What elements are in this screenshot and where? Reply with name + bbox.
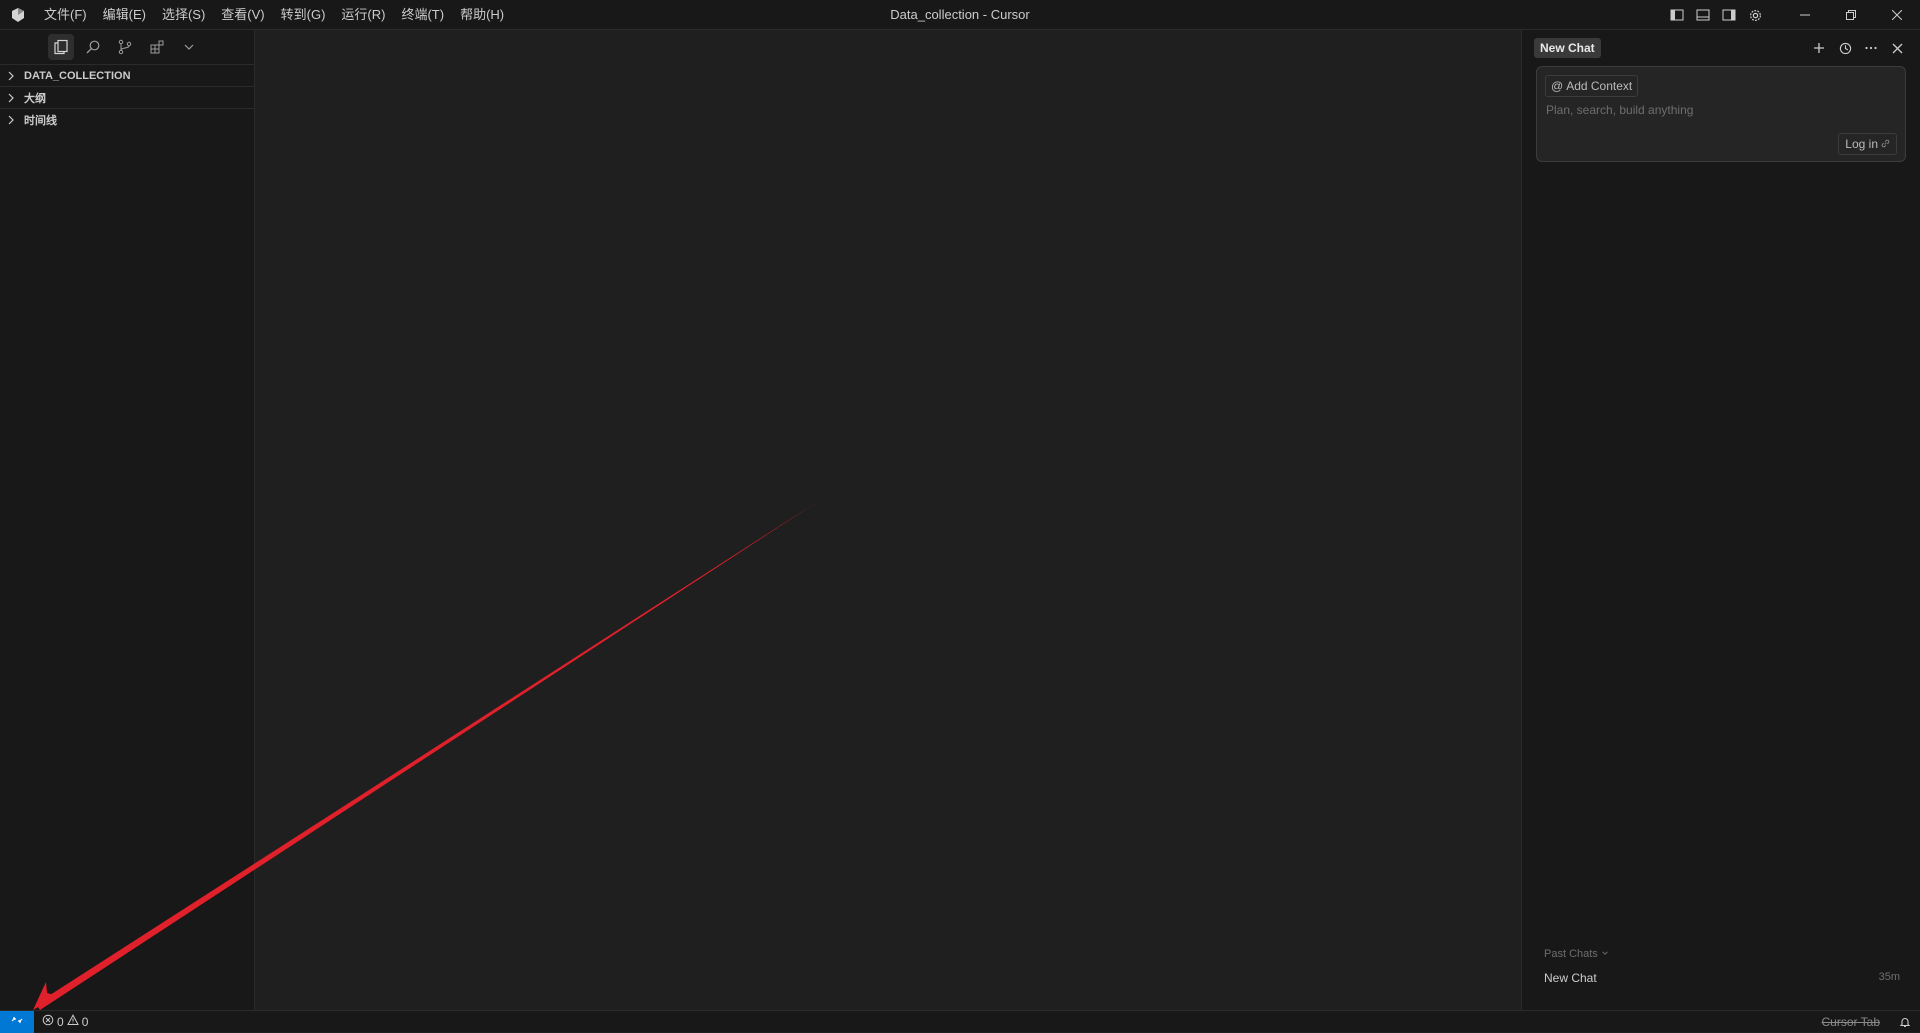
notifications-bell-icon[interactable] xyxy=(1890,1016,1920,1028)
menu-run[interactable]: 运行(R) xyxy=(333,0,393,30)
past-chats-toggle[interactable]: Past Chats xyxy=(1544,948,1609,960)
close-icon[interactable] xyxy=(1886,37,1908,59)
login-button[interactable]: Log in xyxy=(1838,133,1897,155)
past-chat-item[interactable]: New Chat 35m xyxy=(1544,971,1900,985)
at-sign-icon: @ xyxy=(1551,79,1564,93)
more-views-chevron-down-icon[interactable] xyxy=(176,34,202,60)
section-label: 时间线 xyxy=(24,114,57,127)
error-count: 0 xyxy=(57,1014,64,1029)
login-label: Log in xyxy=(1845,137,1878,151)
past-chat-time: 35m xyxy=(1878,971,1900,983)
warning-count: 0 xyxy=(81,1014,89,1029)
chat-tab[interactable]: New Chat xyxy=(1534,38,1601,58)
cursor-tab-status[interactable]: Cursor Tab xyxy=(1812,1015,1890,1029)
section-label: 大纲 xyxy=(24,92,46,105)
chat-panel: New Chat @ Add Context Plan, search, bui… xyxy=(1521,30,1920,1010)
section-timeline[interactable]: 时间线 xyxy=(0,108,254,130)
close-window-button[interactable] xyxy=(1874,0,1920,30)
chevron-down-icon xyxy=(1601,948,1609,960)
editor-area xyxy=(255,30,1521,1010)
link-icon xyxy=(1881,137,1890,151)
past-chat-title: New Chat xyxy=(1544,971,1597,985)
title-bar-controls xyxy=(1664,0,1920,30)
more-options-icon[interactable] xyxy=(1860,37,1882,59)
search-icon[interactable] xyxy=(80,34,106,60)
restore-button[interactable] xyxy=(1828,0,1874,30)
problems-indicator[interactable]: 0 0 xyxy=(34,1014,88,1029)
section-outline[interactable]: 大纲 xyxy=(0,86,254,108)
history-icon[interactable] xyxy=(1834,37,1856,59)
activity-bar xyxy=(0,30,254,64)
title-bar: 文件(F) 编辑(E) 选择(S) 查看(V) 转到(G) 运行(R) 终端(T… xyxy=(0,0,1920,30)
add-context-button[interactable]: @ Add Context xyxy=(1545,75,1639,97)
section-label: DATA_COLLECTION xyxy=(24,69,131,82)
cursor-logo-icon[interactable] xyxy=(0,0,36,30)
menu-selection[interactable]: 选择(S) xyxy=(154,0,213,30)
status-bar: 0 0 Cursor Tab xyxy=(0,1010,1920,1033)
menu-view[interactable]: 查看(V) xyxy=(213,0,272,30)
source-control-icon[interactable] xyxy=(112,34,138,60)
extensions-icon[interactable] xyxy=(144,34,170,60)
menu-edit[interactable]: 编辑(E) xyxy=(95,0,154,30)
chat-input[interactable]: Plan, search, build anything xyxy=(1546,103,1693,117)
primary-sidebar: DATA_COLLECTION 大纲 时间线 xyxy=(0,30,255,1010)
chevron-right-icon xyxy=(6,69,20,83)
remote-connection-button[interactable] xyxy=(0,1010,34,1033)
explorer-icon[interactable] xyxy=(48,34,74,60)
chevron-right-icon xyxy=(6,113,20,127)
menu-go[interactable]: 转到(G) xyxy=(273,0,334,30)
toggle-primary-sidebar-icon[interactable] xyxy=(1664,0,1690,30)
add-context-label: Add Context xyxy=(1566,79,1633,93)
chat-composer[interactable]: @ Add Context Plan, search, build anythi… xyxy=(1536,66,1906,162)
menu-file[interactable]: 文件(F) xyxy=(36,0,95,30)
new-chat-plus-icon[interactable] xyxy=(1808,37,1830,59)
menu-help[interactable]: 帮助(H) xyxy=(452,0,512,30)
chevron-right-icon xyxy=(6,91,20,105)
warning-icon xyxy=(66,1014,79,1029)
chat-header: New Chat xyxy=(1522,30,1920,66)
past-chats-label: Past Chats xyxy=(1544,948,1598,960)
settings-gear-icon[interactable] xyxy=(1742,0,1768,30)
minimize-button[interactable] xyxy=(1782,0,1828,30)
menu-bar: 文件(F) 编辑(E) 选择(S) 查看(V) 转到(G) 运行(R) 终端(T… xyxy=(36,0,512,30)
toggle-panel-icon[interactable] xyxy=(1690,0,1716,30)
error-icon xyxy=(42,1014,54,1029)
toggle-secondary-sidebar-icon[interactable] xyxy=(1716,0,1742,30)
remote-icon xyxy=(11,1014,23,1029)
menu-terminal[interactable]: 终端(T) xyxy=(393,0,452,30)
section-data-collection[interactable]: DATA_COLLECTION xyxy=(0,64,254,86)
